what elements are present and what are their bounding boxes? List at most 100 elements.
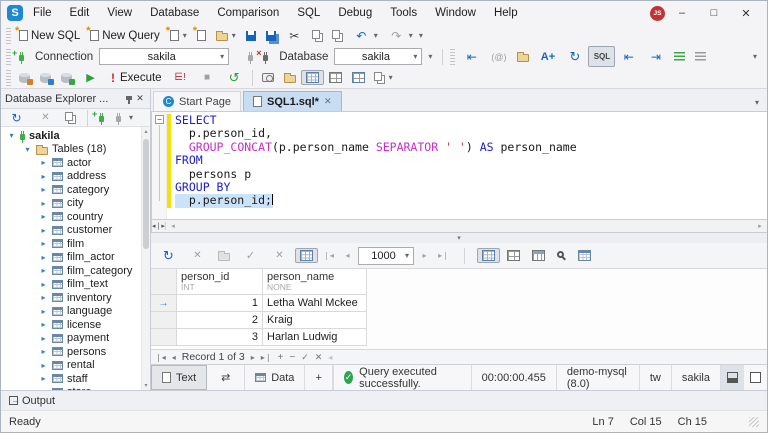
toolbar-overflow-icon[interactable]: ▾: [428, 52, 432, 61]
chevron-collapsed-icon[interactable]: ▸: [39, 199, 48, 208]
scroll-up-icon[interactable]: ▴: [142, 128, 150, 135]
paste-button[interactable]: [328, 30, 348, 41]
post-edit-icon[interactable]: ✓: [301, 352, 309, 363]
chevron-expanded-icon[interactable]: ▾: [7, 131, 16, 140]
tab-list-dropdown-icon[interactable]: ▾: [755, 98, 767, 111]
code-line-4[interactable]: FROM: [175, 153, 577, 167]
last-record-icon[interactable]: ▸❘: [261, 353, 272, 362]
previous-page-icon[interactable]: ◂: [339, 247, 356, 264]
cut-button[interactable]: ✂: [281, 25, 308, 46]
append-record-icon[interactable]: +: [278, 352, 284, 363]
commit-button[interactable]: [213, 248, 235, 263]
output-panel-bar[interactable]: Output: [1, 390, 767, 410]
chevron-down-icon[interactable]: ▾: [409, 31, 413, 40]
grid-view-button[interactable]: [477, 248, 500, 263]
tree-item-table-rental[interactable]: ▸ rental: [1, 359, 141, 373]
first-page-icon[interactable]: ❘◂: [320, 247, 337, 264]
tree-item-table-country[interactable]: ▸ country: [1, 210, 141, 224]
column-visibility-button[interactable]: [527, 248, 550, 263]
layout-horizontal-button[interactable]: [721, 365, 744, 390]
row-indicator[interactable]: [151, 312, 177, 329]
apply-changes-button[interactable]: ✓: [237, 245, 264, 266]
new-query-button[interactable]: New Query: [85, 25, 165, 44]
execute-script-button[interactable]: ⋿!: [167, 67, 194, 88]
validate-database-button[interactable]: [56, 71, 77, 85]
connect-button[interactable]: [111, 112, 126, 125]
menu-sql[interactable]: SQL: [289, 4, 328, 22]
tree-item-table-actor[interactable]: ▸ actor: [1, 156, 141, 170]
results-grid-mode-button[interactable]: [300, 70, 324, 85]
menu-debug[interactable]: Debug: [330, 4, 380, 22]
reject-changes-button[interactable]: ✕: [266, 245, 293, 266]
menu-tools[interactable]: Tools: [382, 4, 425, 22]
toolbar-grip[interactable]: [6, 48, 11, 65]
split-handle-icon[interactable]: ◂❘▸: [152, 222, 166, 230]
chevron-collapsed-icon[interactable]: ▸: [39, 226, 48, 235]
new-sql-button[interactable]: New SQL: [14, 25, 85, 44]
scroll-right-icon[interactable]: ▸: [753, 222, 767, 230]
refresh-code-completion-button[interactable]: ↻: [561, 46, 588, 67]
chevron-down-icon[interactable]: ▾: [374, 31, 378, 40]
menu-database[interactable]: Database: [142, 4, 207, 22]
menu-edit[interactable]: Edit: [62, 4, 98, 22]
copy-button[interactable]: [308, 30, 328, 41]
code-line-5[interactable]: persons p: [175, 167, 577, 181]
tree-item-table-staff[interactable]: ▸ staff: [1, 372, 141, 386]
chart-button[interactable]: [347, 70, 370, 85]
database-select[interactable]: sakila ▾: [334, 48, 423, 65]
swap-view-button[interactable]: ⇄: [207, 365, 246, 390]
editor-results-splitter[interactable]: ▾: [151, 233, 767, 243]
minimize-button[interactable]: –: [667, 4, 697, 22]
tree-item-table-address[interactable]: ▸ address: [1, 170, 141, 184]
code-line-3[interactable]: GROUP_CONCAT(p.person_name SEPARATOR ' '…: [175, 140, 577, 154]
export-data-button[interactable]: [279, 70, 301, 85]
open-file-button[interactable]: ▾: [211, 28, 241, 43]
chevron-collapsed-icon[interactable]: ▸: [39, 280, 48, 289]
bind-parameters-button[interactable]: (@): [485, 46, 512, 67]
tree-item-connection-sakila[interactable]: ▾ sakila: [1, 129, 141, 143]
column-header-person-name[interactable]: person_name NONE: [263, 269, 367, 295]
cell-person-name[interactable]: Harlan Ludwig: [263, 329, 367, 346]
query-profiler-button[interactable]: [257, 71, 279, 84]
delete-record-icon[interactable]: −: [289, 352, 295, 363]
save-button[interactable]: [241, 29, 261, 43]
connection-select[interactable]: sakila ▾: [99, 48, 230, 65]
card-view-button[interactable]: [502, 248, 525, 263]
toolbar-overflow-icon[interactable]: ▾: [419, 31, 423, 40]
row-selector-header[interactable]: [151, 269, 177, 295]
menu-help[interactable]: Help: [486, 4, 526, 22]
comment-button[interactable]: [669, 50, 690, 63]
new-file-button[interactable]: [192, 25, 211, 43]
word-case-button[interactable]: A+: [534, 46, 561, 67]
tree-item-table-payment[interactable]: ▸ payment: [1, 332, 141, 346]
scroll-down-icon[interactable]: ▾: [142, 382, 150, 389]
cell-person-id[interactable]: 1: [177, 295, 263, 312]
first-record-icon[interactable]: ❘◂: [155, 353, 166, 362]
close-panel-icon[interactable]: ✕: [134, 90, 146, 107]
cell-person-name[interactable]: Kraig: [263, 312, 367, 329]
chevron-collapsed-icon[interactable]: ▸: [39, 334, 48, 343]
bookmark-button[interactable]: [512, 49, 534, 64]
tree-item-table-category[interactable]: ▸ category: [1, 183, 141, 197]
run-button[interactable]: ▶: [77, 67, 104, 88]
chevron-collapsed-icon[interactable]: ▸: [39, 266, 48, 275]
cancel-edit-button[interactable]: ✕: [184, 245, 211, 266]
chevron-collapsed-icon[interactable]: ▸: [39, 361, 48, 370]
tree-item-table-film-category[interactable]: ▸ film_category: [1, 264, 141, 278]
column-header-person-id[interactable]: person_id INT: [177, 269, 263, 295]
page-size-select[interactable]: 1000 ▾: [358, 246, 414, 265]
delete-object-button[interactable]: ✕: [32, 107, 59, 128]
new-connection-button[interactable]: +: [92, 109, 109, 125]
fold-collapse-icon[interactable]: −: [155, 115, 164, 124]
chevron-collapsed-icon[interactable]: ▸: [39, 185, 48, 194]
chevron-collapsed-icon[interactable]: ▸: [39, 293, 48, 302]
row-indicator[interactable]: [151, 329, 177, 346]
undo-button[interactable]: ↶ ▾: [348, 25, 383, 46]
cell-person-name[interactable]: Letha Wahl Mckee: [263, 295, 367, 312]
document-options-button[interactable]: ▾: [370, 71, 398, 84]
increase-indent-button[interactable]: ⇥: [642, 46, 669, 67]
cancel-edit-icon[interactable]: ✕: [315, 352, 323, 363]
redo-button[interactable]: ↷ ▾: [383, 25, 418, 46]
chevron-collapsed-icon[interactable]: ▸: [39, 158, 48, 167]
cell-person-id[interactable]: 3: [177, 329, 263, 346]
